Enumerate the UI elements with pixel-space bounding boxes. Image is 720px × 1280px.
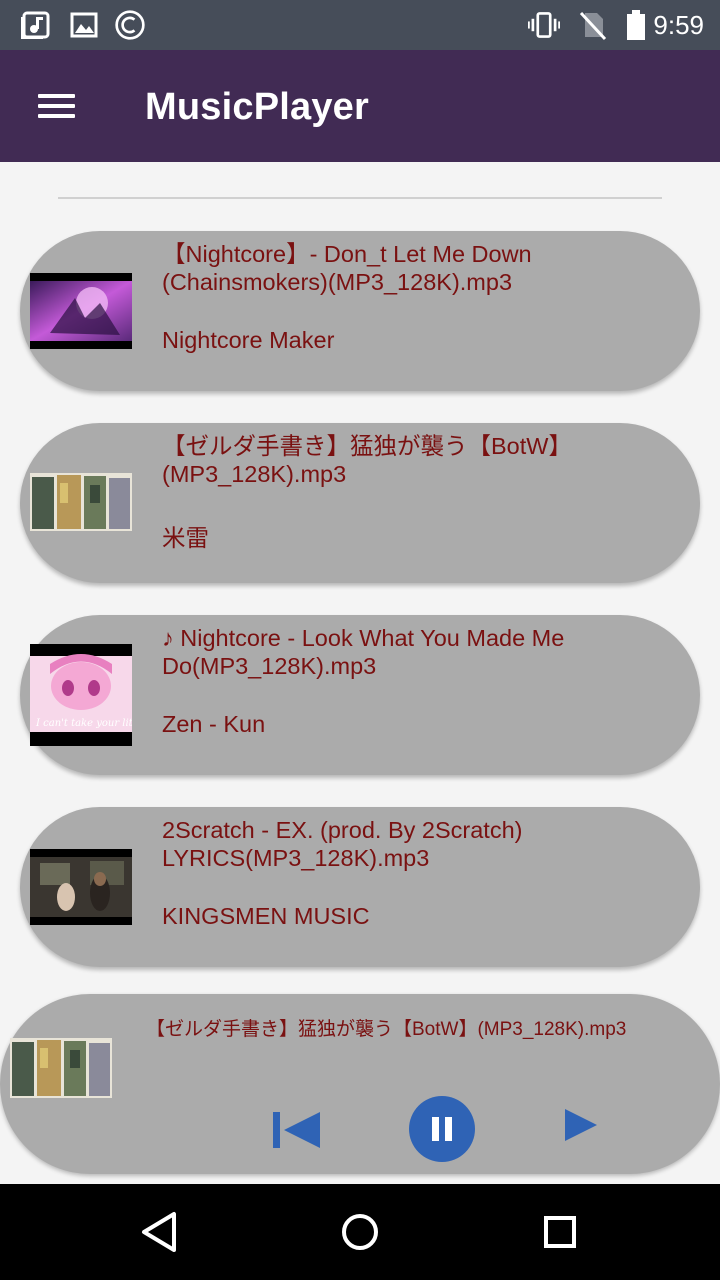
song-artist: Zen - Kun	[162, 711, 266, 737]
next-icon[interactable]	[564, 1108, 598, 1142]
album-art	[30, 273, 132, 349]
song-item[interactable]: 2Scratch - EX. (prod. By 2Scratch) LYRIC…	[20, 807, 700, 967]
song-item[interactable]: 【ゼルダ手書き】猛独が襲う【BotW】(MP3_128K).mp3 米雷	[20, 423, 700, 583]
hamburger-menu-icon[interactable]	[26, 80, 86, 132]
now-playing-bar: 【ゼルダ手書き】猛独が襲う【BotW】(MP3_128K).mp3	[0, 994, 720, 1174]
song-item[interactable]: 【Nightcore】- Don_t Let Me Down (Chainsmo…	[20, 231, 700, 391]
previous-icon[interactable]	[272, 1111, 322, 1149]
back-icon[interactable]	[130, 1202, 190, 1262]
no-sim-icon	[579, 11, 607, 41]
recents-icon[interactable]	[530, 1202, 590, 1262]
album-art-caption: I can't take your little games	[35, 718, 132, 729]
now-playing-title: 【ゼルダ手書き】猛独が襲う【BotW】(MP3_128K).mp3	[146, 1019, 627, 1040]
song-item[interactable]: I can't take your little games ♪ Nightco…	[20, 615, 700, 775]
album-art	[30, 473, 132, 531]
pause-icon[interactable]	[408, 1095, 476, 1163]
song-title: 2Scratch - EX. (prod. By 2Scratch) LYRIC…	[162, 817, 523, 871]
system-navigation-bar	[0, 1184, 720, 1280]
copyright-notification-icon	[115, 10, 145, 40]
list-divider	[58, 197, 662, 199]
album-art: I can't take your little games	[30, 644, 132, 746]
song-title: ♪ Nightcore - Look What You Made Me Do(M…	[162, 625, 565, 679]
status-bar: 9:59	[0, 0, 720, 50]
app-bar: MusicPlayer	[0, 50, 720, 162]
song-title: 【ゼルダ手書き】猛独が襲う【BotW】(MP3_128K).mp3	[162, 433, 572, 487]
vibrate-icon	[528, 12, 560, 38]
app-title: MusicPlayer	[145, 86, 369, 128]
music-notification-icon	[21, 11, 50, 39]
image-notification-icon	[70, 12, 98, 38]
song-artist: KINGSMEN MUSIC	[162, 903, 370, 929]
now-playing-album-art	[10, 1038, 112, 1098]
status-time: 9:59	[653, 10, 704, 40]
battery-icon	[627, 10, 645, 40]
home-icon[interactable]	[330, 1202, 390, 1262]
song-title: 【Nightcore】- Don_t Let Me Down (Chainsmo…	[162, 241, 532, 295]
song-artist: Nightcore Maker	[162, 327, 335, 353]
album-art	[30, 849, 132, 925]
song-artist: 米雷	[162, 525, 209, 551]
